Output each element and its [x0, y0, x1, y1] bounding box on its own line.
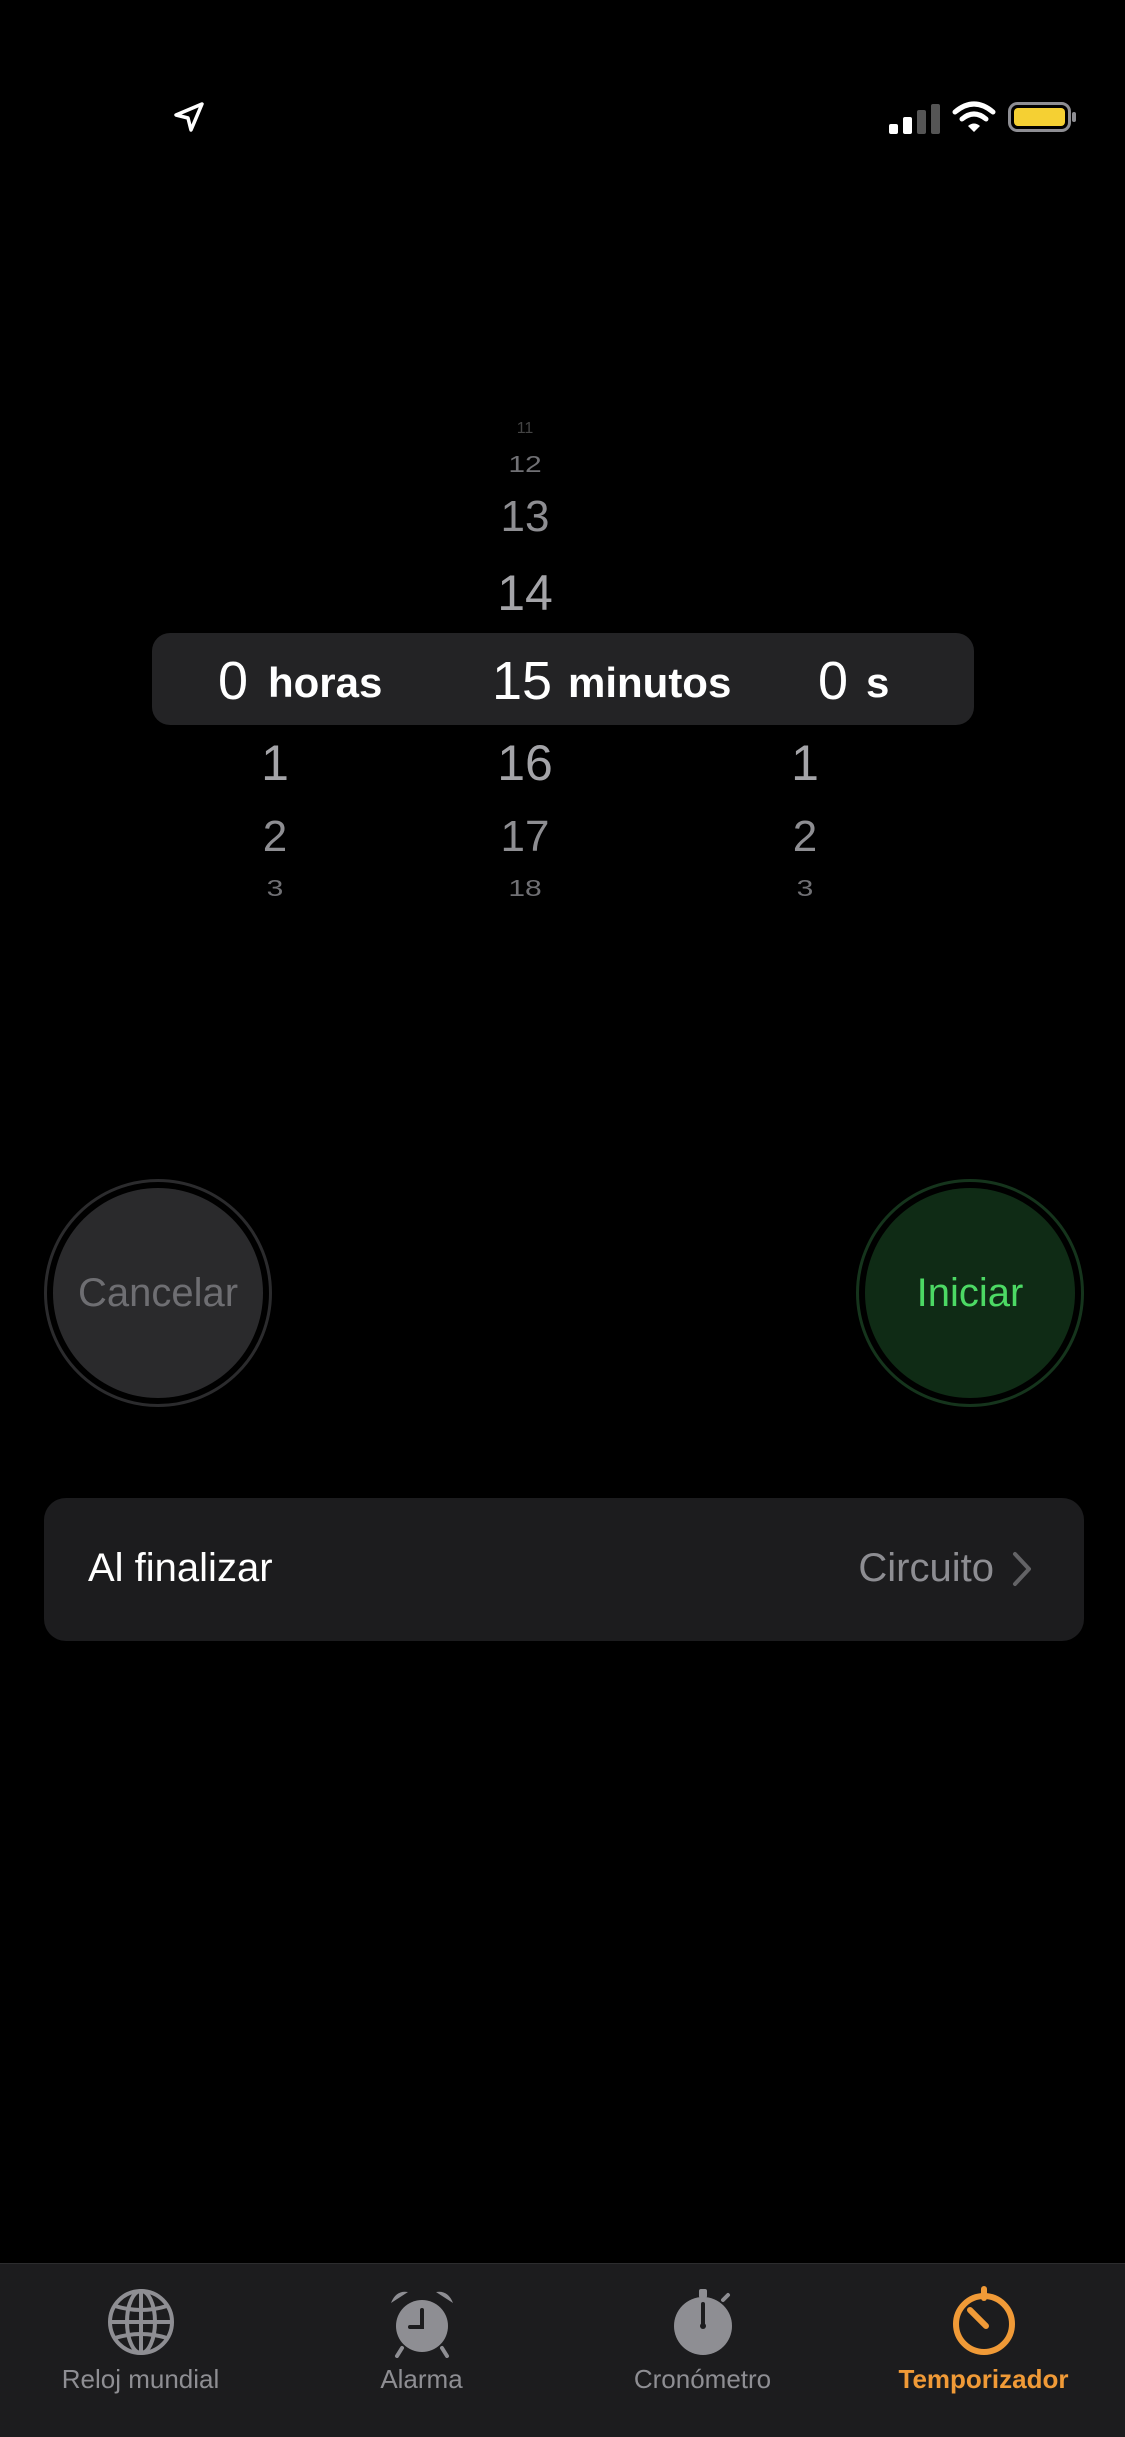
tab-label: Temporizador: [898, 2364, 1069, 2394]
picker-value: 1: [261, 735, 289, 791]
stopwatch-icon: [674, 2289, 732, 2355]
picker-value: 14: [497, 565, 553, 621]
tab-label: Cronómetro: [633, 2364, 772, 2394]
picker-value: 12: [508, 451, 542, 478]
minutes-unit-label: minutos: [568, 659, 732, 706]
tab-world-clock[interactable]: Reloj mundial: [0, 2264, 281, 2437]
picker-value: 3: [266, 875, 284, 902]
picker-value: 2: [262, 812, 288, 861]
minutes-selected-value: 15: [492, 651, 553, 711]
timer-icon: [953, 2286, 1015, 2355]
tab-stopwatch[interactable]: Cronómetro: [562, 2264, 843, 2437]
picker-value: 13: [500, 492, 550, 541]
chevron-right-icon: [1013, 1552, 1031, 1586]
picker-value: 16: [497, 735, 553, 791]
battery-icon: [1008, 102, 1076, 132]
tab-label: Reloj mundial: [61, 2364, 220, 2394]
sound-value: Circuito: [858, 1546, 994, 1590]
seconds-selected-value: 0: [818, 651, 849, 711]
wifi-icon: [952, 101, 996, 132]
picker-value: 11: [516, 420, 534, 437]
cancel-button-label: Cancelar: [53, 1188, 263, 1398]
hours-selected-value: 0: [218, 651, 249, 711]
globe-icon: [108, 2289, 174, 2355]
picker-value: 1: [791, 735, 819, 791]
picker-value: 3: [796, 875, 814, 902]
when-timer-ends-row[interactable]: Al finalizar Circuito: [44, 1498, 1084, 1641]
tab-timer[interactable]: Temporizador: [843, 2264, 1124, 2437]
cancel-button[interactable]: Cancelar: [44, 1179, 272, 1407]
alarm-clock-icon: [391, 2291, 453, 2358]
timer-duration-picker[interactable]: 11 12 13 14 16 17 18 1 2 3 1 2 3 0 horas…: [0, 420, 1125, 940]
when-timer-ends-label: Al finalizar: [88, 1546, 273, 1590]
start-button[interactable]: Iniciar: [856, 1179, 1084, 1407]
start-button-label: Iniciar: [865, 1188, 1075, 1398]
seconds-unit-label: s: [866, 659, 890, 706]
status-bar: [0, 0, 1125, 150]
picker-value: 2: [792, 812, 818, 861]
cellular-signal-icon: [889, 104, 940, 134]
picker-value: 17: [500, 812, 550, 861]
tab-bar: Reloj mundial Alarma Cronómetro Temporiz…: [0, 2263, 1125, 2437]
picker-value: 18: [508, 875, 542, 902]
tab-alarm[interactable]: Alarma: [281, 2264, 562, 2437]
location-arrow-icon: [174, 102, 204, 132]
hours-unit-label: horas: [268, 659, 383, 706]
tab-label: Alarma: [380, 2364, 463, 2394]
